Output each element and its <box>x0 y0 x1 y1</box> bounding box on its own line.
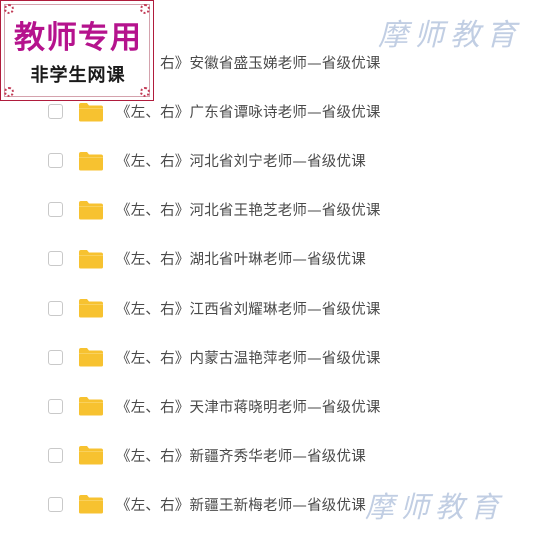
row-checkbox[interactable] <box>48 300 63 316</box>
folder-icon <box>78 494 104 514</box>
folder-icon <box>78 151 104 171</box>
file-name[interactable]: 《左、右》湖北省叶琳老师—省级优课 <box>116 248 366 269</box>
row-checkbox[interactable] <box>48 153 63 169</box>
file-row[interactable]: 《左、右》河北省王艳芝老师—省级优课 <box>0 185 540 234</box>
file-name[interactable]: 《左、右》河北省王艳芝老师—省级优课 <box>116 199 381 220</box>
file-name[interactable]: 《左、右》内蒙古温艳萍老师—省级优课 <box>116 347 381 368</box>
file-name[interactable]: 《左、右》天津市蒋晓明老师—省级优课 <box>116 396 381 417</box>
file-row[interactable]: 《左、右》天津市蒋晓明老师—省级优课 <box>0 382 540 431</box>
row-checkbox[interactable] <box>48 349 63 365</box>
badge-corner-ornament <box>4 87 14 97</box>
file-name[interactable]: 《左、右》广东省谭咏诗老师—省级优课 <box>116 101 381 122</box>
teacher-only-badge: 教师专用 非学生网课 <box>0 0 154 101</box>
row-checkbox[interactable] <box>48 251 63 267</box>
file-row[interactable]: 《左、右》湖北省叶琳老师—省级优课 <box>0 234 540 283</box>
badge-title: 教师专用 <box>14 20 142 56</box>
watermark-bottom: 摩师教育 <box>365 490 506 524</box>
watermark-top: 摩师教育 <box>378 18 522 53</box>
folder-icon <box>78 298 104 318</box>
folder-icon <box>78 396 104 416</box>
folder-icon <box>78 445 104 465</box>
row-checkbox[interactable] <box>48 496 63 512</box>
row-checkbox[interactable] <box>48 104 63 120</box>
folder-icon <box>78 200 104 220</box>
file-row[interactable]: 《左、右》内蒙古温艳萍老师—省级优课 <box>0 333 540 382</box>
file-name[interactable]: 《左、右》河北省刘宁老师—省级优课 <box>116 150 366 171</box>
badge-subtitle: 非学生网课 <box>30 65 126 86</box>
row-checkbox[interactable] <box>48 202 63 218</box>
file-name[interactable]: 《左、右》江西省刘耀琳老师—省级优课 <box>116 298 381 319</box>
folder-icon <box>78 102 104 122</box>
file-row[interactable]: 《左、右》河北省刘宁老师—省级优课 <box>0 136 540 185</box>
file-name[interactable]: 《左、右》新疆齐秀华老师—省级优课 <box>116 445 366 466</box>
folder-icon <box>78 347 104 367</box>
badge-corner-ornament <box>140 87 150 97</box>
row-checkbox[interactable] <box>48 447 63 463</box>
row-checkbox[interactable] <box>48 398 63 414</box>
file-row[interactable]: 《左、右》新疆齐秀华老师—省级优课 <box>0 431 540 480</box>
folder-icon <box>78 249 104 269</box>
file-name[interactable]: 《左、右》安徽省盛玉娣老师—省级优课 <box>116 52 381 73</box>
file-row[interactable]: 《左、右》江西省刘耀琳老师—省级优课 <box>0 284 540 333</box>
file-name[interactable]: 《左、右》新疆王新梅老师—省级优课 <box>116 494 366 515</box>
